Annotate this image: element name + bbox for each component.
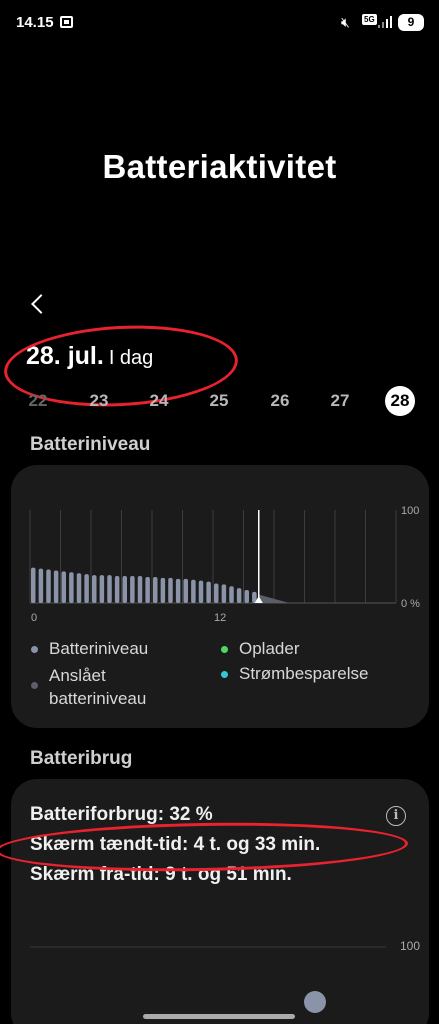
date-heading: 28. jul. I dag: [26, 342, 153, 371]
battery-level-bar: [153, 576, 158, 603]
battery-level-bar: [183, 578, 188, 603]
battery-level-chart: 100 0 % 0 12: [29, 505, 420, 624]
battery-level-bar: [236, 588, 242, 603]
battery-level-bar: [137, 576, 143, 603]
x-tick-label: 0: [31, 612, 37, 624]
day-item[interactable]: 24: [144, 386, 174, 416]
battery-level-bar: [107, 575, 112, 603]
battery-level-bar: [92, 575, 97, 603]
screen-off-time: Skærm fra-tid: 9 t. og 51 min.: [30, 864, 292, 885]
signal-icon: [378, 16, 392, 28]
battery-level-bar: [145, 576, 150, 603]
battery-consumption: Batteriforbrug: 32 %: [30, 804, 213, 825]
date-main: 28. jul.: [26, 342, 104, 370]
battery-level-bar: [198, 580, 204, 603]
day-item[interactable]: 22: [23, 386, 53, 416]
battery-level-bar: [114, 576, 120, 603]
screen-on-time: Skærm tændt-tid: 4 t. og 33 min.: [30, 834, 321, 855]
battery-level-bar: [168, 577, 173, 603]
status-time: 14.15: [16, 14, 54, 31]
battery-level-bar: [130, 576, 135, 603]
day-item[interactable]: 23: [84, 386, 114, 416]
y-tick-label: 100: [401, 505, 419, 517]
battery-level-bar: [53, 570, 59, 603]
battery-level-bar: [84, 574, 89, 603]
usage-chart-marker: [304, 991, 326, 1013]
battery-level-bar: [122, 576, 127, 603]
legend-label: Anslået batteriniveau: [49, 666, 147, 708]
day-item-selected[interactable]: 28: [385, 386, 415, 416]
battery-level-bar: [76, 573, 82, 603]
section-title-battery-level: Batteriniveau: [30, 434, 151, 455]
legend-label: Strømbesparelse: [239, 664, 369, 683]
x-tick-label: 12: [214, 612, 226, 624]
gesture-nav-handle[interactable]: [143, 1014, 295, 1019]
y-tick-label: 0 %: [401, 598, 420, 610]
date-sub: I dag: [108, 347, 154, 369]
battery-level-bar: [61, 571, 66, 603]
battery-level-bar: [206, 581, 211, 603]
network-type-badge: 5G: [362, 14, 377, 25]
battery-level-card: 100 0 % 0 12 Batteriniveau Oplader Anslået …: [11, 465, 429, 728]
day-item[interactable]: 26: [265, 386, 295, 416]
battery-level-bar: [214, 583, 219, 603]
battery-icon: 9: [398, 14, 424, 31]
info-icon[interactable]: i: [386, 806, 406, 826]
battery-level-bar: [160, 577, 166, 603]
battery-level-bar: [99, 575, 105, 603]
legend-dot: [31, 646, 38, 653]
battery-level-bar: [31, 567, 36, 603]
day-item[interactable]: 25: [204, 386, 234, 416]
battery-level-bar: [244, 589, 249, 603]
battery-level-bar: [46, 569, 51, 603]
legend-dot: [221, 671, 228, 678]
status-bar: 14.15 🔇︎ 5G 9: [0, 0, 439, 46]
page-title: Batteriaktivitet: [102, 148, 337, 185]
battery-level-bar: [69, 572, 74, 603]
usage-chart-y-label: 100: [400, 939, 421, 953]
mute-icon: 🔇︎: [341, 14, 350, 30]
battery-level-bar: [221, 584, 227, 603]
legend-label: Oplader: [239, 639, 300, 658]
day-item[interactable]: 27: [325, 386, 355, 416]
section-title-battery-usage: Batteribrug: [30, 748, 133, 769]
screenshot-icon: [60, 16, 73, 28]
back-button[interactable]: [26, 290, 50, 318]
battery-level-bar: [191, 579, 196, 603]
battery-level-bar: [38, 568, 44, 603]
battery-level-bar: [175, 578, 181, 603]
day-selector: 22 23 24 25 26 27 28: [0, 386, 439, 416]
legend-dot: [31, 682, 38, 689]
legend-dot: [221, 646, 228, 653]
legend-label: Batteriniveau: [49, 639, 149, 658]
battery-level-bar: [229, 586, 234, 603]
